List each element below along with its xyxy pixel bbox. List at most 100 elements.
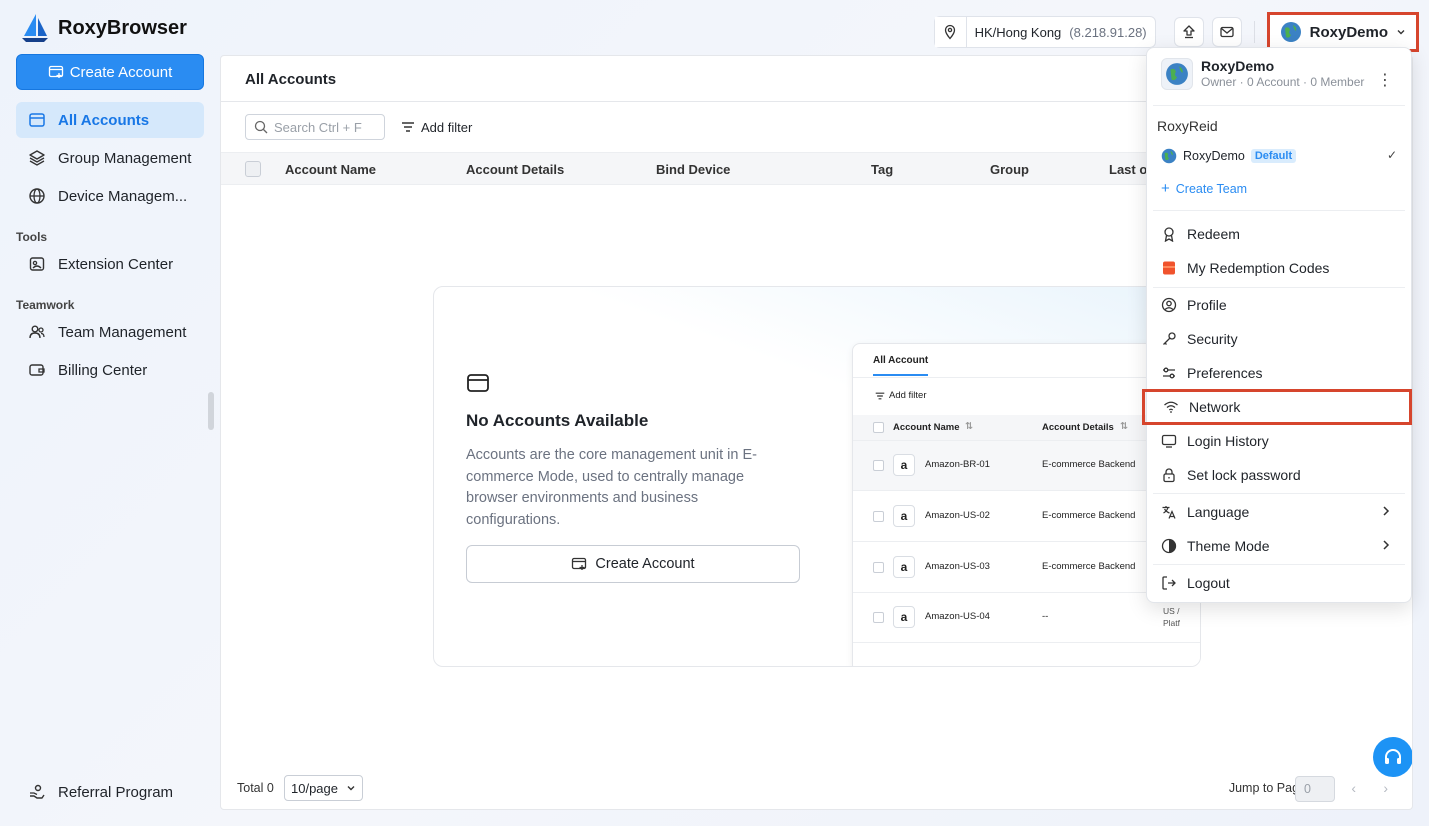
upload-icon — [1182, 25, 1195, 39]
menu-item-redemption-codes[interactable]: My Redemption Codes — [1161, 253, 1397, 283]
translate-icon — [1162, 506, 1176, 519]
divider — [1153, 210, 1405, 211]
preview-checkbox — [873, 422, 884, 433]
menu-item-lock-password[interactable]: Set lock password — [1161, 460, 1397, 490]
menu-item-label: Language — [1187, 504, 1250, 520]
menu-item-network[interactable]: Network — [1142, 389, 1412, 425]
mail-icon — [1219, 26, 1234, 38]
menu-item-label: Preferences — [1187, 365, 1263, 381]
preview-account-details: E-commerce Backend — [1042, 510, 1136, 521]
create-account-label: Create Account — [69, 63, 173, 81]
user-name: RoxyDemo — [1309, 23, 1388, 41]
menu-item-label: Redeem — [1187, 226, 1240, 242]
total-count: Total 0 — [237, 781, 274, 795]
chevron-down-icon — [347, 786, 355, 791]
search-placeholder: Search Ctrl + F — [274, 119, 362, 135]
column-header[interactable]: Last o — [1109, 162, 1147, 177]
sidebar-item-group-management[interactable]: Group Management — [16, 140, 204, 176]
ip-text: (8.218.91.28) — [1069, 24, 1147, 40]
sidebar-item-label: Extension Center — [58, 255, 174, 273]
menu-item-label: Set lock password — [1187, 467, 1301, 483]
column-header[interactable]: Group — [990, 162, 1029, 177]
jump-to-page-input[interactable]: 0 — [1295, 776, 1335, 802]
team-option[interactable]: RoxyDemo Default — [1161, 148, 1297, 164]
sidebar-item-label: Device Managem... — [58, 187, 188, 205]
tools-section-label: Tools — [16, 230, 48, 244]
user-circle-icon — [1161, 297, 1177, 313]
lock-icon — [1163, 468, 1175, 483]
menu-item-redeem[interactable]: Redeem — [1161, 219, 1397, 249]
mail-button[interactable] — [1211, 17, 1242, 47]
add-card-icon — [572, 557, 587, 570]
next-page-button[interactable]: › — [1383, 780, 1388, 796]
plus-icon: + — [1161, 180, 1170, 197]
card-icon — [467, 374, 489, 392]
menu-item-language[interactable]: Language — [1161, 497, 1397, 527]
more-options-icon[interactable]: ⋮ — [1377, 70, 1393, 90]
dropdown-user-name: RoxyDemo — [1201, 58, 1275, 74]
menu-item-label: My Redemption Codes — [1187, 260, 1330, 276]
sidebar-item-device-management[interactable]: Device Managem... — [16, 178, 204, 214]
sidebar-item-referral-program[interactable]: Referral Program — [16, 774, 204, 810]
add-filter-button[interactable]: Add filter — [401, 114, 472, 140]
sort-icon: ⇅ — [1120, 421, 1128, 432]
prev-page-button[interactable]: ‹ — [1351, 780, 1356, 796]
sidebar-item-team-management[interactable]: Team Management — [16, 314, 204, 350]
filter-icon — [875, 392, 885, 399]
create-team-button[interactable]: + Create Team — [1161, 180, 1247, 197]
create-account-button[interactable]: Create Account — [16, 54, 204, 90]
add-card-icon — [48, 65, 63, 78]
support-button[interactable] — [1373, 737, 1412, 777]
empty-state-title: No Accounts Available — [466, 411, 649, 430]
preview-column-header: Account Details — [1042, 422, 1114, 433]
referral-icon — [30, 784, 45, 799]
search-input[interactable]: Search Ctrl + F — [245, 114, 385, 140]
preview-column-header: Account Name — [893, 422, 960, 433]
menu-item-logout[interactable]: Logout — [1161, 568, 1397, 598]
menu-item-login-history[interactable]: Login History — [1161, 426, 1397, 456]
upload-button[interactable] — [1173, 17, 1204, 47]
column-header[interactable]: Account Name — [285, 162, 376, 177]
top-bar-actions: HK/Hong Kong (8.218.91.28) RoxyDemo — [933, 12, 1419, 52]
sidebar-item-extension-center[interactable]: Extension Center — [16, 246, 204, 282]
user-menu-button[interactable]: RoxyDemo — [1266, 12, 1419, 52]
sort-icon: ⇅ — [965, 421, 973, 432]
menu-item-preferences[interactable]: Preferences — [1161, 358, 1397, 388]
default-badge: Default — [1250, 149, 1297, 163]
dropdown-user-info: RoxyDemo Owner · 0 Account · 0 Member — [1161, 58, 1364, 90]
location-text: HK/Hong Kong — [974, 24, 1062, 40]
wallet-icon — [29, 364, 45, 376]
chevron-right-icon — [1383, 506, 1390, 516]
globe-avatar-icon — [1166, 63, 1188, 85]
sidebar-item-label: Billing Center — [58, 361, 148, 379]
page-size-select[interactable]: 10/page — [284, 775, 363, 801]
preview-extra-line: US / — [1163, 606, 1180, 616]
amazon-logo-icon: a — [893, 505, 915, 527]
sidebar-scrollbar[interactable] — [208, 392, 214, 430]
preview-account-name: Amazon-US-02 — [925, 510, 990, 521]
column-header[interactable]: Bind Device — [656, 162, 730, 177]
preview-extra-line: Platf — [1163, 618, 1181, 628]
theme-icon — [1161, 538, 1177, 554]
menu-item-profile[interactable]: Profile — [1161, 290, 1397, 320]
column-header[interactable]: Account Details — [466, 162, 564, 177]
empty-create-account-button[interactable]: Create Account — [466, 545, 800, 583]
layers-icon — [29, 150, 45, 166]
preview-extra-info: US / Platf — [1163, 605, 1180, 629]
extension-icon — [29, 257, 45, 271]
page-title: All Accounts — [245, 71, 337, 88]
sidebar-item-all-accounts[interactable]: All Accounts — [16, 102, 204, 138]
column-header[interactable]: Tag — [871, 162, 893, 177]
divider — [1153, 493, 1405, 494]
preview-tab: All Account — [873, 355, 929, 376]
sliders-icon — [1163, 367, 1175, 379]
proxy-location[interactable]: HK/Hong Kong (8.218.91.28) — [933, 16, 1156, 48]
monitor-icon — [1161, 434, 1177, 448]
sidebar-item-billing-center[interactable]: Billing Center — [16, 352, 204, 388]
award-icon — [1164, 227, 1174, 242]
key-icon — [1163, 332, 1176, 345]
menu-item-theme-mode[interactable]: Theme Mode — [1161, 531, 1397, 561]
select-all-checkbox[interactable] — [245, 161, 261, 177]
menu-item-security[interactable]: Security — [1161, 324, 1397, 354]
sidebar-item-label: All Accounts — [58, 111, 150, 129]
